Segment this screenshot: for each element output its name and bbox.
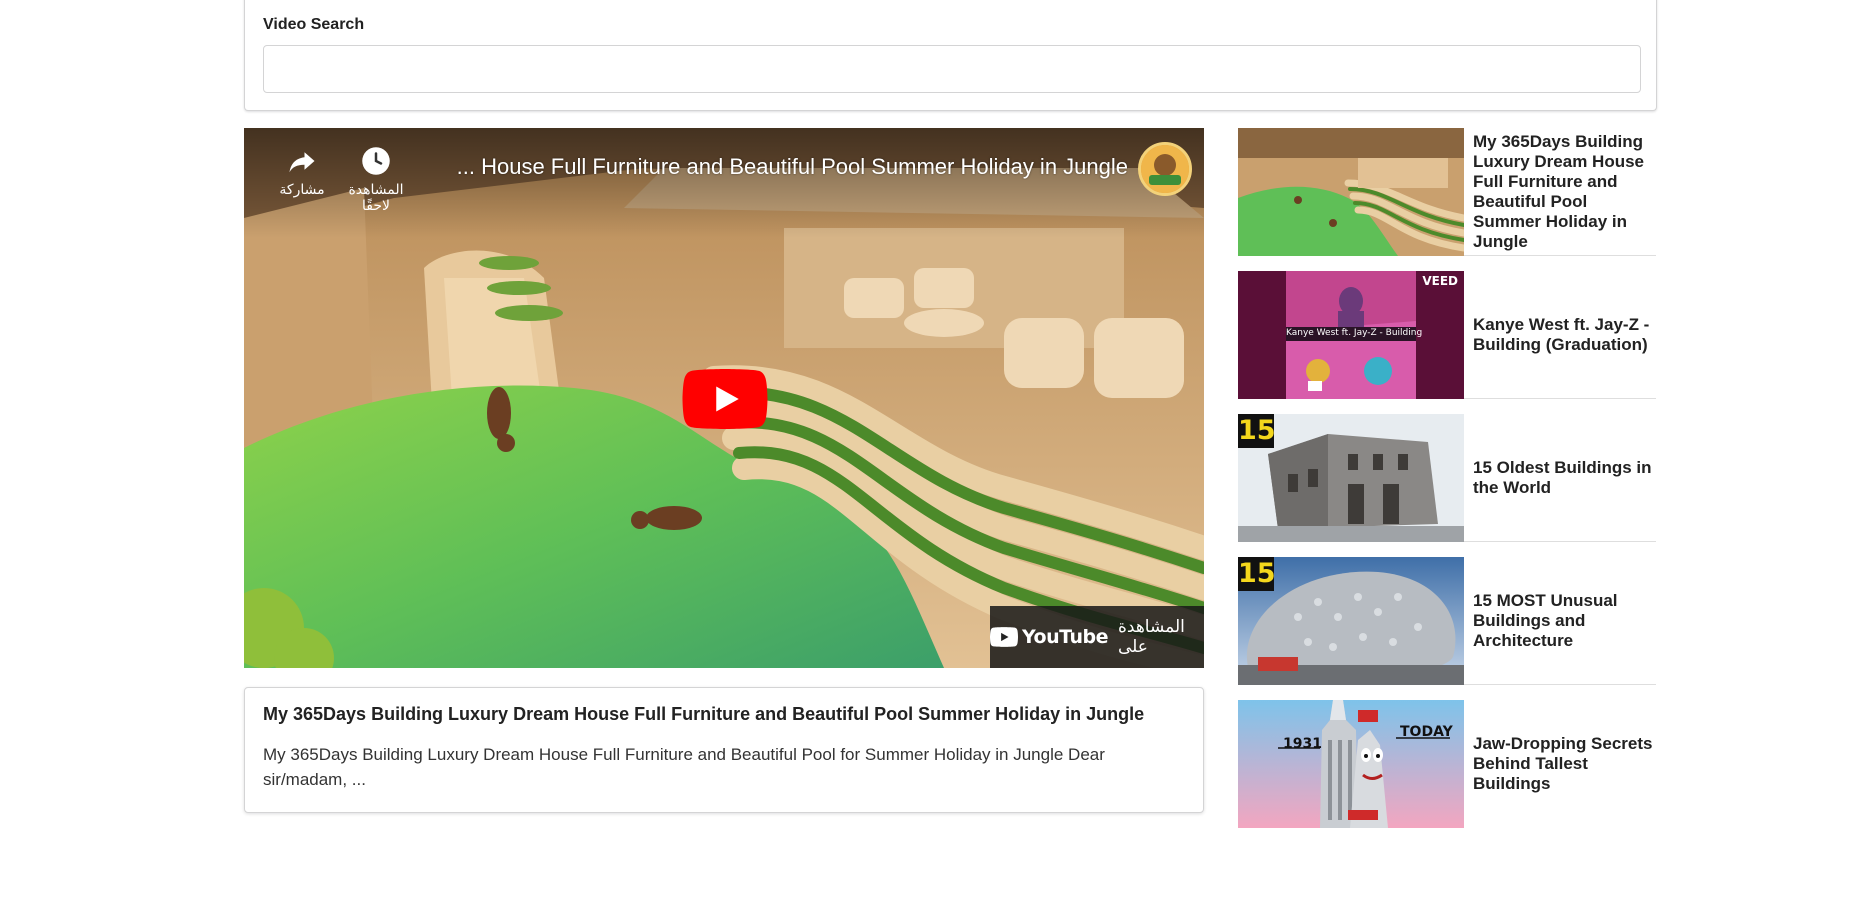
play-button[interactable] bbox=[682, 369, 768, 429]
search-label: Video Search bbox=[263, 16, 365, 33]
share-label: مشاركة bbox=[279, 182, 325, 198]
video-list: My 365Days Building Luxury Dream House F… bbox=[1238, 127, 1656, 843]
list-item[interactable]: 15 15 Oldest Buildings in the World bbox=[1238, 413, 1656, 542]
video-thumbnail[interactable]: 1931 TODAY bbox=[1238, 700, 1464, 828]
channel-avatar[interactable] bbox=[1138, 142, 1192, 196]
thumb-badge: 15 bbox=[1238, 413, 1276, 448]
thumb-tag: VEED bbox=[1422, 273, 1458, 288]
thumb-today-label: TODAY bbox=[1400, 724, 1453, 740]
selected-video-card: My 365Days Building Luxury Dream House F… bbox=[244, 687, 1204, 813]
pool-thumbnail-image bbox=[1238, 127, 1464, 256]
watch-later-button[interactable]: المشاهدة لاحقًا bbox=[336, 146, 416, 214]
video-thumbnail[interactable] bbox=[1238, 127, 1464, 256]
thumb-caption: Kanye West ft. Jay-Z - Building bbox=[1286, 327, 1423, 338]
list-item-title[interactable]: 15 Oldest Buildings in the World bbox=[1464, 458, 1656, 498]
player-video-title[interactable]: ... House Full Furniture and Beautiful P… bbox=[457, 154, 1128, 180]
video-thumbnail[interactable]: 15 bbox=[1238, 413, 1464, 542]
watch-on-youtube-button[interactable]: YouTube المشاهدة على bbox=[990, 606, 1204, 668]
selected-video-title: My 365Days Building Luxury Dream House F… bbox=[263, 704, 1145, 724]
share-button[interactable]: مشاركة bbox=[262, 146, 342, 198]
list-item[interactable]: 15 15 MOST Unusual Buildings and Archite… bbox=[1238, 556, 1656, 685]
watch-later-label: المشاهدة لاحقًا bbox=[348, 182, 404, 214]
channel-logo-icon bbox=[1141, 145, 1189, 193]
selected-video-description: My 365Days Building Luxury Dream House F… bbox=[263, 745, 1105, 789]
clock-icon bbox=[362, 147, 390, 175]
youtube-icon bbox=[990, 627, 1018, 647]
share-icon bbox=[289, 152, 315, 173]
search-card: Video Search bbox=[244, 0, 1657, 111]
video-thumbnail[interactable]: VEED Kanye West ft. Jay-Z - Building bbox=[1238, 270, 1464, 399]
youtube-brand: YouTube bbox=[1022, 626, 1108, 648]
video-player[interactable]: مشاركة المشاهدة لاحقًا ... House Full Fu… bbox=[244, 128, 1204, 668]
list-item-title[interactable]: Kanye West ft. Jay-Z - Building (Graduat… bbox=[1464, 315, 1656, 355]
play-icon bbox=[682, 369, 768, 429]
youtube-logo: YouTube bbox=[990, 626, 1108, 648]
thumb-badge: 15 bbox=[1238, 556, 1276, 591]
list-item[interactable]: 1931 TODAY Jaw-Dropping Secrets Behind T… bbox=[1238, 700, 1656, 828]
list-item[interactable]: My 365Days Building Luxury Dream House F… bbox=[1238, 127, 1656, 256]
tallest-buildings-thumbnail-image bbox=[1238, 700, 1464, 828]
search-input[interactable] bbox=[263, 45, 1641, 93]
list-item-title[interactable]: 15 MOST Unusual Buildings and Architectu… bbox=[1464, 591, 1656, 651]
thumb-year-label: 1931 bbox=[1283, 736, 1322, 752]
list-item-title[interactable]: Jaw-Dropping Secrets Behind Tallest Buil… bbox=[1464, 734, 1656, 794]
watch-on-label: المشاهدة على bbox=[1117, 617, 1185, 657]
list-item-title[interactable]: My 365Days Building Luxury Dream House F… bbox=[1464, 132, 1656, 252]
video-thumbnail[interactable]: 15 bbox=[1238, 556, 1464, 685]
list-item[interactable]: VEED Kanye West ft. Jay-Z - Building Kan… bbox=[1238, 270, 1656, 399]
